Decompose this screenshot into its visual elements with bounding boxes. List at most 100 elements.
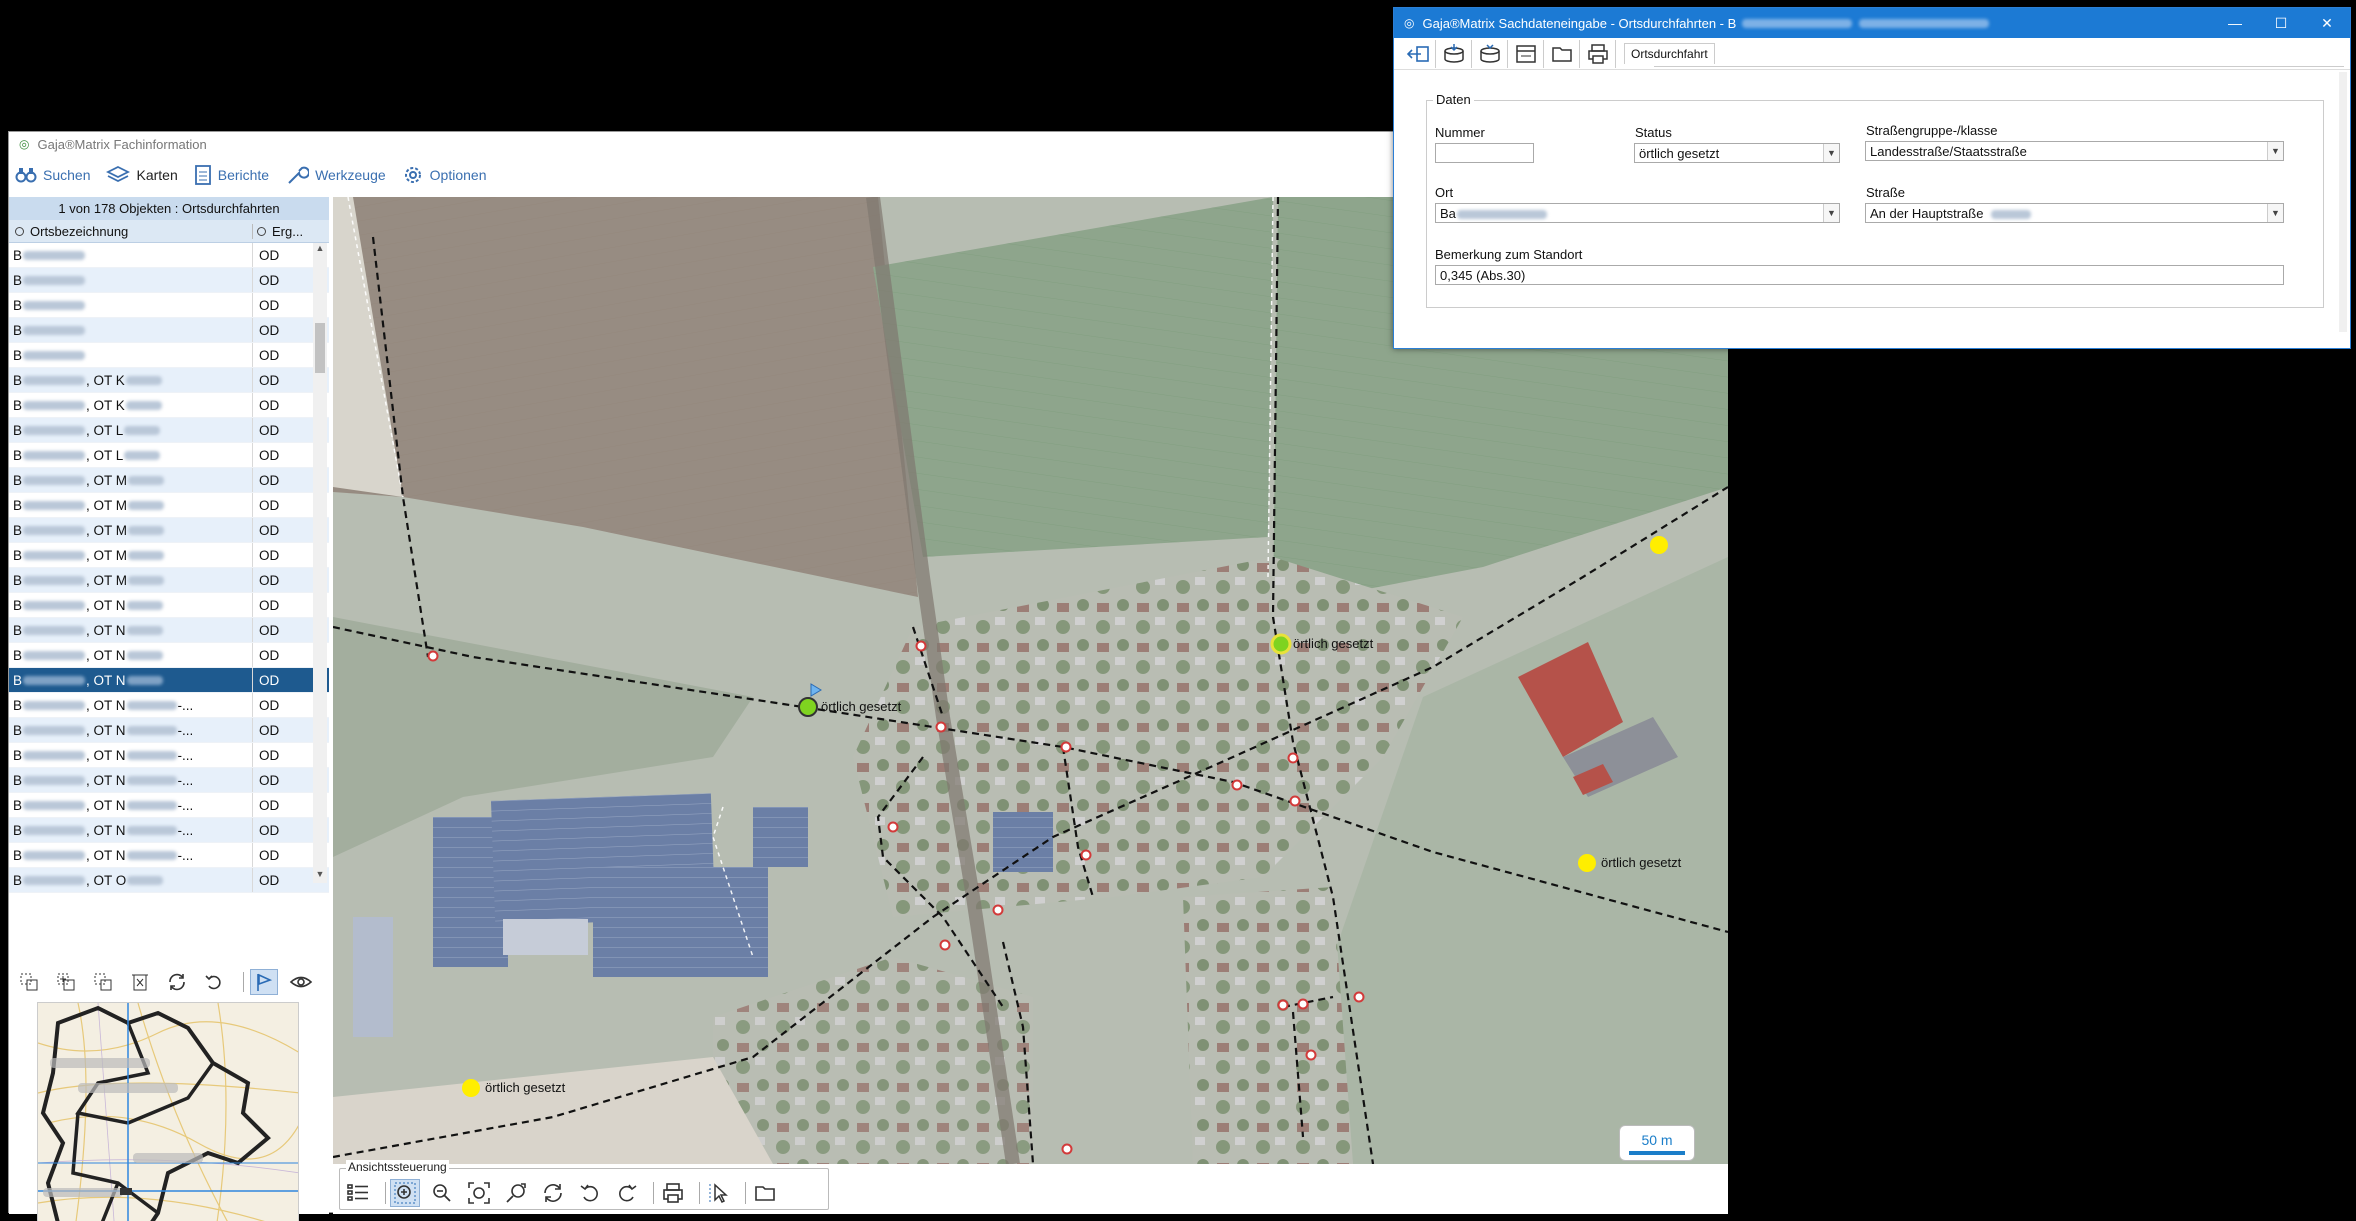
folder-icon[interactable] <box>750 1179 780 1207</box>
map-point-marker[interactable] <box>1270 633 1292 655</box>
table-row[interactable]: B OD <box>9 243 329 268</box>
ortsbezeichnung-cell: B , OT M <box>9 468 253 492</box>
table-row[interactable]: B , OT K OD <box>9 393 329 418</box>
minimize-button[interactable]: — <box>2212 8 2258 38</box>
table-row[interactable]: B , OT K OD <box>9 368 329 393</box>
redacted-text <box>128 575 165 585</box>
ortsbezeichnung-cell: B , OT N -... <box>9 718 253 742</box>
dialog-scrollbar[interactable] <box>2339 72 2347 332</box>
scroll-down-icon[interactable]: ▼ <box>313 869 327 883</box>
bemerkung-field[interactable]: 0,345 (Abs.30) <box>1435 265 2284 285</box>
table-row[interactable]: B , OT N OD <box>9 618 329 643</box>
map-point-marker[interactable] <box>462 1079 480 1097</box>
clear-selection-icon[interactable] <box>126 969 154 995</box>
cell-text: , OT N <box>86 622 126 638</box>
redacted-text <box>126 650 163 660</box>
map-point-label: örtlich gesetzt <box>821 699 902 714</box>
scroll-up-icon[interactable]: ▲ <box>313 243 327 257</box>
table-row[interactable]: B , OT L OD <box>9 443 329 468</box>
select-pointer-icon[interactable] <box>704 1179 734 1207</box>
scrollbar-thumb[interactable] <box>315 323 325 373</box>
maximize-button[interactable]: ☐ <box>2258 8 2304 38</box>
tools-button[interactable]: Werkzeuge <box>285 164 386 186</box>
ortsbezeichnung-cell: B , OT K <box>9 368 253 392</box>
folder-icon[interactable] <box>1544 39 1580 68</box>
table-row[interactable]: B OD <box>9 343 329 368</box>
form-icon[interactable] <box>1508 39 1544 68</box>
selection-toolbar <box>9 967 329 997</box>
select-add-icon[interactable] <box>52 969 80 995</box>
table-row[interactable]: B , OT N OD <box>9 593 329 618</box>
strasse-select[interactable]: An der Hauptstraße ▼ <box>1865 203 2284 223</box>
load-db-icon[interactable] <box>1472 39 1508 68</box>
redacted-text <box>128 550 165 560</box>
flag-icon[interactable] <box>250 969 278 995</box>
overview-map[interactable] <box>37 1002 299 1221</box>
save-db-icon[interactable] <box>1436 39 1472 68</box>
cell-text: , OT N <box>86 722 126 738</box>
cell-text: , OT N <box>86 847 126 863</box>
table-row[interactable]: B , OT N -... OD <box>9 843 329 868</box>
reports-button[interactable]: Berichte <box>194 164 269 186</box>
zoom-extent-icon[interactable] <box>464 1179 494 1207</box>
redo-icon[interactable] <box>612 1179 642 1207</box>
select-remove-icon[interactable] <box>89 969 117 995</box>
tab-ortsdurchfahrt[interactable]: Ortsdurchfahrt <box>1624 43 1715 64</box>
refresh-icon[interactable] <box>538 1179 568 1207</box>
cell-text: -... <box>177 772 194 788</box>
undo-icon[interactable] <box>575 1179 605 1207</box>
redacted-text <box>23 725 86 735</box>
print-icon[interactable] <box>658 1179 688 1207</box>
table-row[interactable]: B , OT M OD <box>9 493 329 518</box>
table-row[interactable]: B , OT M OD <box>9 568 329 593</box>
map-point-marker[interactable] <box>1650 536 1668 554</box>
table-row[interactable]: B , OT N -... OD <box>9 718 329 743</box>
status-select[interactable]: örtlich gesetzt ▼ <box>1634 143 1840 163</box>
map-point-marker[interactable] <box>1578 854 1596 872</box>
sort-indicator-icon <box>15 226 24 236</box>
eye-icon[interactable] <box>287 969 315 995</box>
close-button[interactable]: ✕ <box>2304 8 2350 38</box>
cell-text: , OT K <box>86 372 125 388</box>
table-row[interactable]: B OD <box>9 268 329 293</box>
ortsbezeichnung-cell: B , OT N -... <box>9 793 253 817</box>
table-row[interactable]: B , OT M OD <box>9 543 329 568</box>
table-row[interactable]: B , OT M OD <box>9 518 329 543</box>
undo-icon[interactable] <box>200 969 228 995</box>
legend-icon[interactable] <box>344 1179 374 1207</box>
maps-button[interactable]: Karten <box>106 165 178 185</box>
table-row[interactable]: B OD <box>9 293 329 318</box>
table-row[interactable]: B , OT M OD <box>9 468 329 493</box>
table-row[interactable]: B , OT L OD <box>9 418 329 443</box>
table-row[interactable]: B , OT N -... OD <box>9 693 329 718</box>
column-header-name[interactable]: Ortsbezeichnung <box>9 223 253 239</box>
table-row[interactable]: B , OT N OD <box>9 668 329 693</box>
map-point-marker-selected[interactable] <box>798 697 818 717</box>
table-row[interactable]: B OD <box>9 318 329 343</box>
select-icon[interactable] <box>15 969 43 995</box>
vertical-scrollbar[interactable]: ▲ ▼ <box>313 243 327 883</box>
table-row[interactable]: B , OT O OD <box>9 868 329 893</box>
ortsbezeichnung-cell: B , OT N <box>9 593 253 617</box>
redacted-text <box>23 375 86 385</box>
zoom-to-selection-icon[interactable] <box>501 1179 531 1207</box>
table-row[interactable]: B , OT N -... OD <box>9 793 329 818</box>
search-button[interactable]: Suchen <box>15 166 90 184</box>
zoom-in-icon[interactable] <box>390 1179 420 1207</box>
column-header-result[interactable]: Erg... <box>253 224 329 239</box>
ort-select[interactable]: Ba ▼ <box>1435 203 1840 223</box>
table-row[interactable]: B , OT N -... OD <box>9 743 329 768</box>
print-icon[interactable] <box>1580 39 1616 68</box>
zoom-out-icon[interactable] <box>427 1179 457 1207</box>
ortsbezeichnung-cell: B , OT N <box>9 618 253 642</box>
overview-map-graphic <box>38 1003 298 1221</box>
refresh-icon[interactable] <box>163 969 191 995</box>
table-row[interactable]: B , OT N OD <box>9 643 329 668</box>
options-button[interactable]: Optionen <box>402 164 486 186</box>
nummer-field[interactable] <box>1435 143 1534 163</box>
back-icon[interactable] <box>1400 39 1436 68</box>
table-row[interactable]: B , OT N -... OD <box>9 818 329 843</box>
strassengruppe-select[interactable]: Landesstraße/Staatsstraße ▼ <box>1865 141 2284 161</box>
redacted-text <box>23 400 86 410</box>
table-row[interactable]: B , OT N -... OD <box>9 768 329 793</box>
